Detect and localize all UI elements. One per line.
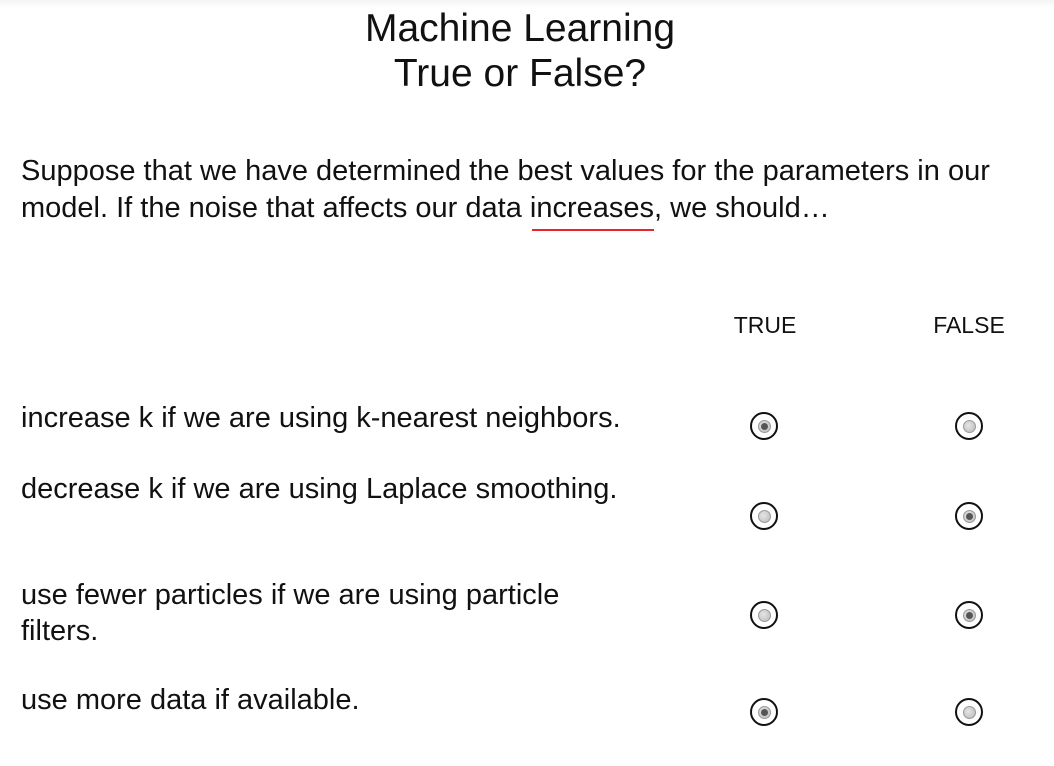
question-highlight-word: increases	[529, 192, 655, 224]
radio-selected-icon	[757, 705, 771, 719]
statement-2: decrease k if we are using Laplace smoot…	[21, 473, 618, 505]
radio-true-1[interactable]	[750, 412, 778, 440]
quiz-slide: Machine Learning True or False? Suppose …	[0, 0, 1054, 766]
question-before: Suppose that we have determined the best…	[21, 155, 990, 224]
slide-title: Machine Learning True or False?	[0, 6, 1040, 96]
column-header-true: TRUE	[733, 312, 797, 338]
column-header-false: FALSE	[933, 312, 1005, 338]
radio-true-2[interactable]	[750, 502, 778, 530]
radio-false-4[interactable]	[955, 698, 983, 726]
radio-unselected-icon	[962, 705, 976, 719]
question-highlight: increases	[529, 190, 655, 231]
radio-selected-icon	[962, 608, 976, 622]
title-line-2: True or False?	[393, 52, 647, 95]
radio-unselected-icon	[757, 509, 771, 523]
radio-false-2[interactable]	[955, 502, 983, 530]
radio-unselected-icon	[757, 608, 771, 622]
title-line-1: Machine Learning	[364, 7, 676, 50]
question-after: , we should…	[654, 192, 830, 224]
radio-true-4[interactable]	[750, 698, 778, 726]
radio-true-3[interactable]	[750, 601, 778, 629]
question-text: Suppose that we have determined the best…	[21, 153, 1031, 231]
radio-selected-icon	[962, 509, 976, 523]
statement-1: increase k if we are using k-nearest nei…	[21, 402, 621, 434]
radio-unselected-icon	[962, 419, 976, 433]
statement-4: use more data if available.	[21, 684, 360, 716]
radio-false-3[interactable]	[955, 601, 983, 629]
radio-false-1[interactable]	[955, 412, 983, 440]
radio-selected-icon	[757, 419, 771, 433]
spellcheck-underline	[531, 229, 655, 231]
statement-3: use fewer particles if we are using part…	[21, 579, 560, 647]
